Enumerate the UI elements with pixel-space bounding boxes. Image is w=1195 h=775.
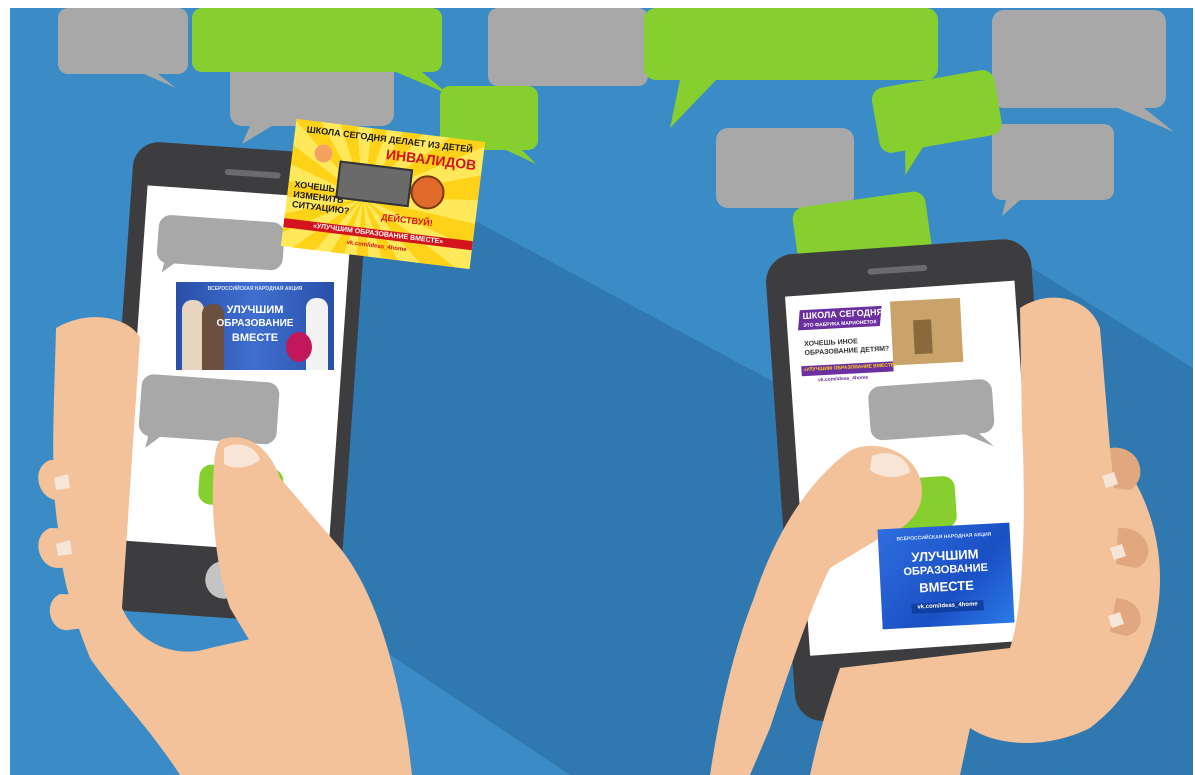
scene-artwork: [38, 8, 1193, 775]
ad-kicker: ВСЕРОССИЙСКАЯ НАРОДНАЯ АКЦИЯ: [896, 531, 992, 543]
wheelchair-illustration: [408, 173, 447, 212]
left-hand-fingers-back: [38, 460, 120, 631]
gray-bubble: [58, 8, 188, 88]
ad-blue-banner: ВСЕРОССИЙСКАЯ НАРОДНАЯ АКЦИЯ УЛУЧШИМ ОБР…: [877, 522, 1015, 630]
ad-kicker: ВСЕРОССИЙСКАЯ НАРОДНАЯ АКЦИЯ: [207, 286, 303, 292]
gray-bubble: [992, 10, 1174, 132]
ad-school-disables-children: ШКОЛА СЕГОДНЯ ДЕЛАЕТ ИЗ ДЕТЕЙ ИНВАЛИДОВ …: [280, 118, 486, 270]
illustration-scene: ШКОЛА СЕГОДНЯ ДЕЛАЕТ ИЗ ДЕТЕЙ ИНВАЛИДОВ …: [10, 8, 1193, 775]
gray-bubble: [992, 124, 1114, 216]
ad-title-line3: ВМЕСТЕ: [231, 332, 279, 344]
green-bubble: [871, 70, 1002, 175]
ad-puppet-factory: ШКОЛА СЕГОДНЯ ЭТО ФАБРИКА МАРИОНЕТОК ХОЧ…: [793, 293, 969, 387]
ad-url: vk.com/ideas_4home: [817, 374, 869, 384]
ad-title-line3: ВМЕСТЕ: [918, 577, 975, 596]
ad-call-to-action: ДЕЙСТВУЙ!: [380, 211, 434, 229]
ad-title-line1: УЛУЧШИМ: [226, 304, 284, 316]
puppet-figure: [913, 319, 933, 355]
ad-children-banner: ВСЕРОССИЙСКАЯ НАРОДНАЯ АКЦИЯ УЛУЧШИМ ОБР…: [176, 282, 334, 370]
ad-title-line2: ОБРАЗОВАНИЕ: [216, 318, 294, 329]
child-illustration: [313, 143, 334, 164]
